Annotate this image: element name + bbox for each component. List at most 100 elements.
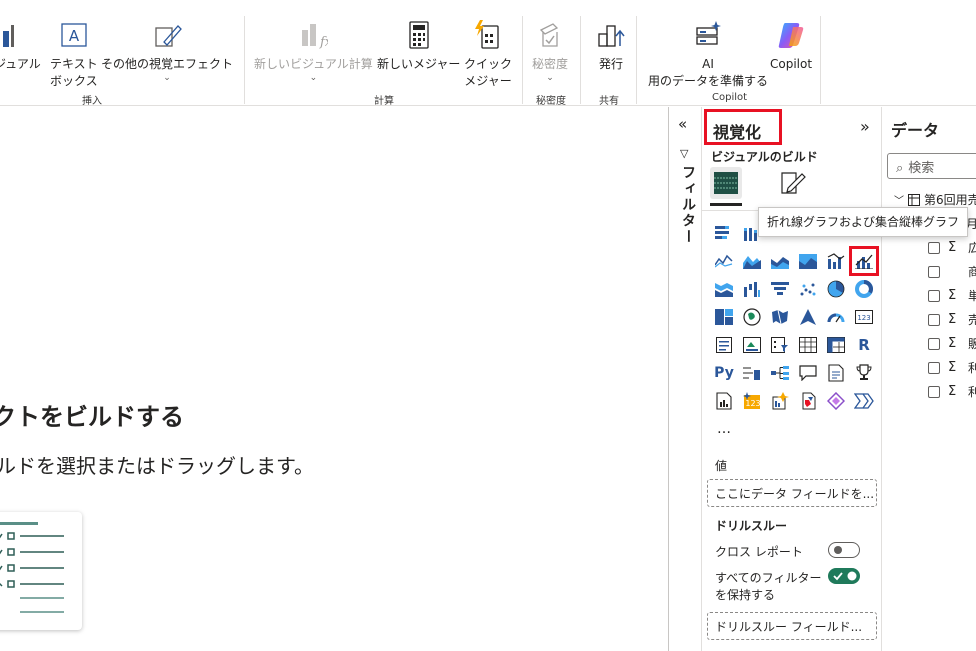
group-share: 共有 — [599, 96, 619, 107]
field-checkbox[interactable] — [928, 385, 940, 398]
field-checkbox[interactable] — [928, 289, 940, 302]
field-checkbox[interactable] — [928, 265, 940, 278]
field-checkbox[interactable] — [928, 337, 940, 350]
line-chart-icon[interactable] — [710, 247, 738, 275]
more-visuals-icon — [150, 18, 184, 52]
r-visual-icon[interactable]: R — [850, 331, 878, 359]
multi-row-card-icon[interactable] — [710, 331, 738, 359]
donut-chart-icon[interactable] — [850, 275, 878, 303]
field-name: 商 — [968, 265, 976, 279]
ribbon-divider — [522, 16, 523, 104]
table-icon[interactable] — [794, 331, 822, 359]
textbox-button[interactable]: A テキスト ボックス — [50, 18, 98, 90]
field-item[interactable]: Σ利 — [928, 359, 976, 376]
stacked-bar-chart-icon[interactable] — [710, 219, 738, 247]
qna-icon[interactable] — [794, 359, 822, 387]
visual-button[interactable]: ジュアル — [0, 18, 41, 73]
line-and-stacked-column-icon[interactable] — [822, 247, 850, 275]
card-new-icon[interactable]: 123 — [738, 387, 766, 415]
field-item[interactable]: Σ販 — [928, 335, 976, 352]
stacked-area-chart-icon[interactable] — [766, 247, 794, 275]
keep-filters-toggle[interactable] — [828, 568, 860, 584]
more-visuals-button[interactable]: その他の視覚エフェクト ⌄ — [101, 18, 233, 83]
kpi-icon[interactable] — [738, 331, 766, 359]
chevron-flow-icon[interactable] — [850, 387, 878, 415]
azure-map-icon[interactable] — [794, 303, 822, 331]
field-name: 利 — [968, 385, 976, 399]
collapse-pane-icon[interactable]: » — [860, 117, 870, 136]
power-apps-diamond-icon[interactable] — [822, 387, 850, 415]
textbox-label: テキスト ボックス — [50, 57, 98, 88]
values-well[interactable]: ここにデータ フィールドを... — [707, 479, 877, 507]
publish-label: 発行 — [598, 57, 623, 71]
key-influencers-icon[interactable] — [738, 359, 766, 387]
expand-filters-icon[interactable]: « — [678, 115, 687, 133]
filter-pane[interactable]: « ▽ フィルター — [668, 107, 702, 651]
slicer-icon[interactable] — [766, 331, 794, 359]
data-search-input[interactable]: ⌕ 検索 — [887, 153, 976, 179]
publish-icon — [594, 18, 628, 52]
matrix-icon[interactable] — [822, 331, 850, 359]
field-item[interactable]: Σ広 — [928, 239, 976, 256]
data-pane-title: データ — [891, 121, 940, 140]
field-checkbox[interactable] — [928, 361, 940, 374]
field-checkbox[interactable] — [928, 313, 940, 326]
format-visual-tab[interactable] — [776, 167, 808, 199]
cross-report-toggle[interactable] — [828, 542, 860, 558]
publish-button[interactable]: 発行 — [594, 18, 628, 73]
line-and-clustered-column-chart-icon[interactable] — [849, 246, 879, 276]
new-measure-label: 新しいメジャー — [377, 57, 461, 71]
scatter-chart-icon[interactable] — [794, 275, 822, 303]
sigma-icon: Σ — [948, 336, 957, 351]
field-item[interactable]: Σ売 — [928, 311, 976, 328]
visual-calc-icon: fx — [296, 18, 330, 52]
copilot-label: Copilot — [770, 57, 813, 71]
more-visuals-ellipsis[interactable]: … — [710, 415, 738, 443]
filled-map-icon[interactable] — [766, 303, 794, 331]
new-visual-calc-button[interactable]: fx 新しいビジュアル計算 ⌄ — [254, 18, 373, 83]
map-icon[interactable] — [738, 303, 766, 331]
quick-measure-button[interactable]: クイック メジャー — [464, 18, 512, 90]
funnel-icon[interactable] — [766, 275, 794, 303]
field-item[interactable]: Σ単 — [928, 287, 976, 304]
report-canvas[interactable]: クトをビルドする ルドを選択またはドラッグします。 — [0, 107, 668, 651]
paginated-report-icon[interactable] — [710, 387, 738, 415]
sensitivity-button[interactable]: 秘密度 ⌄ — [532, 18, 568, 83]
new-measure-button[interactable]: 新しいメジャー — [377, 18, 460, 73]
smart-narrative-icon[interactable] — [822, 359, 850, 387]
build-visual-label: ビジュアルのビルド — [711, 150, 818, 164]
treemap-icon[interactable] — [710, 303, 738, 331]
chevron-down-icon: ⌄ — [546, 73, 554, 83]
sensitivity-icon — [533, 18, 567, 52]
values-label: 値 — [715, 459, 728, 473]
visual-label: ジュアル — [0, 57, 41, 71]
format-visual-icon — [781, 172, 806, 194]
field-item[interactable]: 商 — [928, 263, 976, 280]
chevron-down-icon: ﹀ — [894, 196, 904, 207]
python-visual-icon[interactable]: Py — [710, 359, 738, 387]
drillthrough-field-well[interactable]: ドリルスルー フィールド... — [707, 612, 877, 640]
ai-data-icon — [691, 18, 725, 52]
copilot-button[interactable]: Copilot — [770, 18, 812, 73]
decomposition-tree-icon[interactable] — [766, 359, 794, 387]
power-apps-icon[interactable] — [766, 387, 794, 415]
100-stacked-area-chart-icon[interactable] — [794, 247, 822, 275]
pie-chart-icon[interactable] — [822, 275, 850, 303]
more-visuals-label: その他の視覚エフェクト — [101, 57, 234, 71]
goals-trophy-icon[interactable] — [850, 359, 878, 387]
field-item[interactable]: Σ利 — [928, 383, 976, 400]
ai-prep-button[interactable]: AI 用のデータを準備する — [648, 18, 768, 90]
ribbon-chart-icon[interactable] — [710, 275, 738, 303]
card-icon[interactable]: 123 — [850, 303, 878, 331]
gauge-icon[interactable] — [822, 303, 850, 331]
field-checkbox[interactable] — [928, 241, 940, 254]
build-visual-tab[interactable] — [710, 167, 742, 199]
table-item[interactable]: ﹀ 第6回用売 — [894, 191, 976, 208]
area-chart-icon[interactable] — [738, 247, 766, 275]
sigma-icon: Σ — [948, 360, 957, 375]
waterfall-chart-icon[interactable] — [738, 275, 766, 303]
sigma-icon: Σ — [948, 312, 957, 327]
sigma-icon: Σ — [948, 384, 957, 399]
power-automate-icon[interactable] — [794, 387, 822, 415]
data-pane: データ ⌕ 検索 ﹀ 第6回用売 月Σ広商Σ単Σ売Σ販Σ利Σ利 — [882, 107, 976, 651]
